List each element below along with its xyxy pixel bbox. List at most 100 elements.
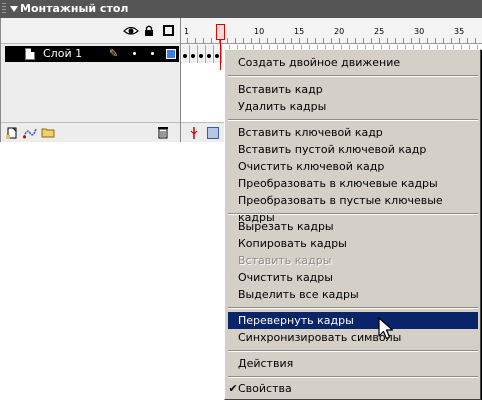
frame-cell[interactable] bbox=[182, 45, 190, 63]
lock-dot[interactable] bbox=[151, 52, 154, 55]
layers-pane: Слой 1 ✎ bbox=[0, 18, 181, 142]
panel-title: Монтажный стол bbox=[20, 2, 129, 15]
ruler-label: 15 bbox=[294, 27, 305, 36]
ruler-tick bbox=[363, 38, 364, 43]
collapse-arrow-icon[interactable] bbox=[10, 6, 18, 12]
ruler-tick bbox=[259, 38, 260, 43]
playhead[interactable] bbox=[216, 24, 225, 40]
add-motion-guide-icon[interactable] bbox=[23, 127, 37, 139]
ruler-tick bbox=[475, 38, 476, 43]
ruler-tick bbox=[411, 38, 412, 43]
menu-separator bbox=[228, 376, 478, 378]
ruler-tick bbox=[187, 38, 188, 43]
menu-item-clear-frames[interactable]: Очистить кадры bbox=[228, 269, 478, 286]
ruler-label: 25 bbox=[374, 27, 385, 36]
menu-item-convert-to-keyframes[interactable]: Преобразовать в ключевые кадры bbox=[228, 175, 478, 192]
menu-separator bbox=[228, 213, 478, 215]
outline-icon[interactable] bbox=[163, 25, 174, 36]
menu-item-paste-frames: Вставить кадры bbox=[238, 254, 332, 267]
menu-item-select-all-frames[interactable]: Выделить все кадры bbox=[228, 286, 478, 303]
ruler-label: 1 bbox=[184, 27, 190, 36]
lock-icon[interactable] bbox=[144, 25, 154, 36]
menu-item-insert-frame[interactable]: Вставить кадр bbox=[228, 81, 478, 98]
keyframe-dot bbox=[199, 54, 203, 58]
menu-item-cut-frames[interactable]: Вырезать кадры bbox=[228, 218, 478, 235]
pencil-icon: ✎ bbox=[109, 47, 119, 60]
layer-row[interactable]: Слой 1 ✎ bbox=[5, 46, 179, 62]
ruler-tick bbox=[235, 38, 236, 43]
ruler-tick bbox=[283, 38, 284, 43]
ruler-tick bbox=[315, 38, 316, 43]
menu-item-synchronize-symbols[interactable]: Синхронизировать символы bbox=[228, 329, 478, 346]
frame-cell[interactable] bbox=[206, 45, 214, 63]
ruler-tick bbox=[227, 38, 228, 43]
ruler-tick bbox=[451, 38, 452, 43]
panel-grip-icon[interactable] bbox=[2, 3, 6, 15]
ruler-tick bbox=[299, 38, 300, 43]
ruler-label: 30 bbox=[414, 27, 425, 36]
ruler-tick bbox=[419, 38, 420, 43]
keyframe-dot bbox=[207, 54, 211, 58]
timeline-title-bar[interactable]: Монтажный стол bbox=[0, 0, 482, 18]
ruler-tick bbox=[355, 38, 356, 43]
ruler-tick bbox=[395, 38, 396, 43]
menu-separator bbox=[228, 307, 478, 309]
add-layer-icon[interactable] bbox=[6, 127, 18, 139]
ruler-tick bbox=[323, 38, 324, 43]
menu-item-create-motion-tween[interactable]: Создать двойное движение bbox=[228, 54, 478, 71]
onion-skin-icon[interactable] bbox=[207, 127, 219, 139]
trash-icon[interactable] bbox=[157, 126, 169, 139]
ruler-tick bbox=[331, 38, 332, 43]
menu-item-convert-to-blank-keyframes[interactable]: Преобразовать в пустые ключевые кадры bbox=[228, 192, 478, 224]
ruler-tick bbox=[347, 38, 348, 43]
ruler-tick bbox=[275, 38, 276, 43]
checkmark-icon: ✔ bbox=[228, 382, 238, 395]
ruler-tick bbox=[427, 38, 428, 43]
keyframe-dot bbox=[215, 54, 219, 58]
mouse-cursor-icon bbox=[378, 317, 394, 340]
layer-name[interactable]: Слой 1 bbox=[43, 47, 82, 60]
ruler-tick bbox=[251, 38, 252, 43]
center-frame-icon[interactable] bbox=[189, 127, 199, 139]
keyframe-dot bbox=[183, 54, 187, 58]
menu-separator bbox=[228, 119, 478, 121]
ruler-tick bbox=[195, 38, 196, 43]
eye-icon[interactable] bbox=[123, 25, 139, 36]
menu-item-insert-keyframe[interactable]: Вставить ключевой кадр bbox=[228, 124, 478, 141]
menu-item-actions[interactable]: Действия bbox=[228, 355, 478, 372]
add-folder-icon[interactable] bbox=[41, 127, 55, 138]
context-menu: Создать двойное движение Вставить кадр У… bbox=[224, 49, 481, 400]
frame-cell[interactable] bbox=[190, 45, 198, 63]
frame-ruler[interactable]: 1 5 10 15 20 25 30 35 bbox=[181, 18, 482, 44]
ruler-tick bbox=[379, 38, 380, 43]
ruler-tick bbox=[267, 38, 268, 43]
ruler-tick bbox=[243, 38, 244, 43]
menu-item-reverse-frames[interactable]: Перевернуть кадры bbox=[228, 312, 478, 329]
ruler-tick bbox=[467, 38, 468, 43]
layers-footer bbox=[1, 122, 181, 142]
menu-separator bbox=[228, 75, 478, 77]
layers-header bbox=[1, 18, 181, 44]
ruler-tick bbox=[435, 38, 436, 43]
menu-separator bbox=[228, 350, 478, 352]
layer-color-swatch[interactable] bbox=[166, 49, 176, 59]
ruler-tick bbox=[459, 38, 460, 43]
ruler-tick bbox=[387, 38, 388, 43]
ruler-tick bbox=[371, 38, 372, 43]
ruler-tick bbox=[291, 38, 292, 43]
menu-item-copy-frames[interactable]: Копировать кадры bbox=[228, 235, 478, 252]
menu-item-insert-blank-keyframe[interactable]: Вставить пустой ключевой кадр bbox=[228, 141, 478, 158]
ruler-tick bbox=[339, 38, 340, 43]
menu-item-remove-frames[interactable]: Удалить кадры bbox=[228, 98, 478, 115]
ruler-tick bbox=[307, 38, 308, 43]
playhead-line bbox=[220, 40, 221, 70]
menu-item-properties[interactable]: ✔ Свойства bbox=[228, 380, 478, 397]
visibility-dot[interactable] bbox=[133, 52, 136, 55]
ruler-label: 20 bbox=[334, 27, 345, 36]
ruler-label: 10 bbox=[254, 27, 265, 36]
layer-icon bbox=[25, 48, 35, 60]
ruler-tick bbox=[211, 38, 212, 43]
ruler-tick bbox=[443, 38, 444, 43]
menu-item-clear-keyframe[interactable]: Очистить ключевой кадр bbox=[228, 158, 478, 175]
frame-cell[interactable] bbox=[198, 45, 206, 63]
